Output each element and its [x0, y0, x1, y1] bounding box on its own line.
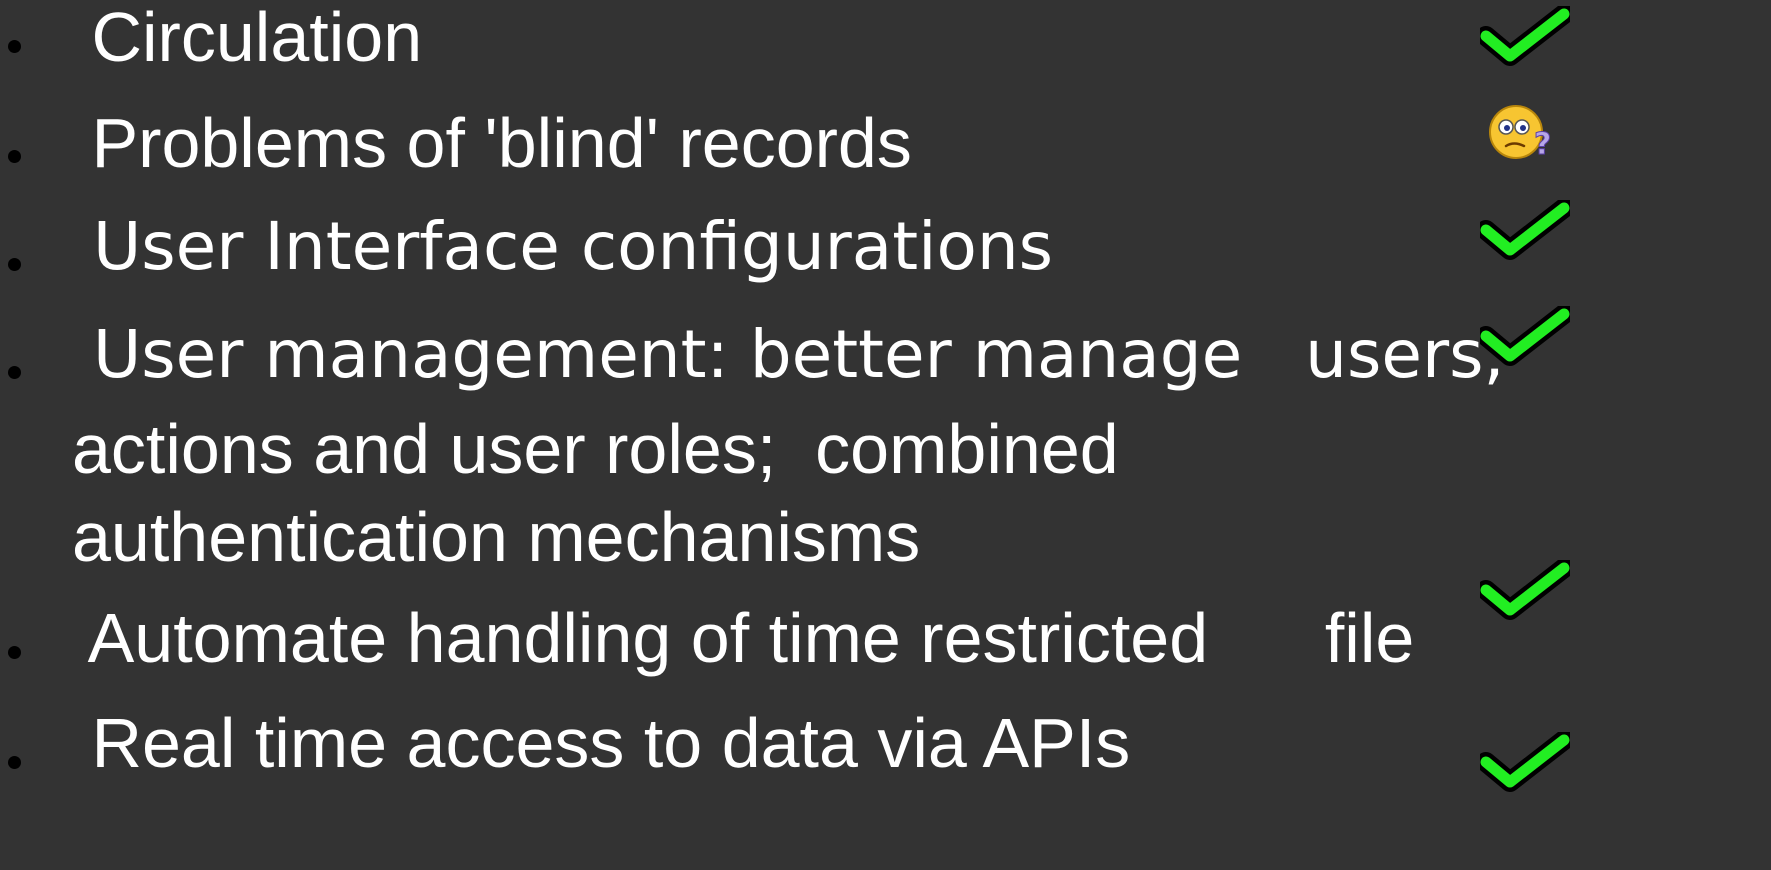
list-item-text: Real time access to data via APIs [72, 704, 1131, 782]
bullet-dot [8, 756, 21, 769]
check-icon [1480, 306, 1570, 366]
check-icon [1480, 6, 1570, 66]
bullet-dot [8, 150, 21, 163]
list-item-text-continued: authentication mechanisms [72, 498, 921, 576]
svg-text:?: ? [1534, 127, 1551, 162]
check-icon [1480, 200, 1570, 260]
list-item-text: Problems of 'blind' records [72, 104, 912, 182]
confused-face-icon: ? [1489, 105, 1552, 162]
list-item-text: User management: better manage users, [72, 316, 1505, 393]
bullet-dot [8, 646, 21, 659]
bullet-dot [8, 366, 21, 379]
list-item-text: Circulation [72, 0, 423, 76]
list-item-text: User Interface configurations [72, 208, 1054, 285]
check-icon [1480, 560, 1570, 620]
bullet-dot [8, 40, 21, 53]
list-item-text: Automate handling of time restricted fil… [72, 599, 1415, 677]
bullet-dot [8, 258, 21, 271]
check-icon [1480, 732, 1570, 792]
list-item-text-continued: actions and user roles; combined [72, 410, 1119, 488]
